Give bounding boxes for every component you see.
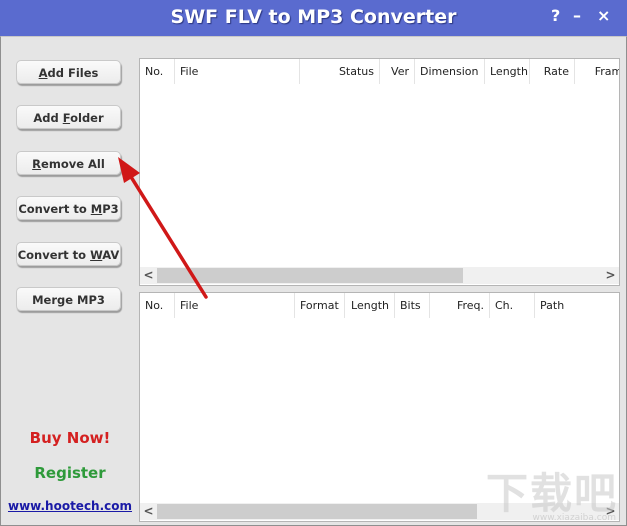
window-title: SWF FLV to MP3 Converter: [170, 6, 457, 28]
label: AV: [102, 248, 120, 262]
mnemonic: F: [62, 111, 71, 125]
scroll-right-icon[interactable]: >: [602, 503, 619, 520]
column-header-no[interactable]: No.: [140, 59, 175, 84]
column-header-ver[interactable]: Ver: [380, 59, 415, 84]
horizontal-scrollbar[interactable]: < >: [140, 267, 619, 284]
column-header-length[interactable]: Length: [485, 59, 530, 84]
column-header-rate[interactable]: Rate: [530, 59, 575, 84]
column-header-length[interactable]: Length: [345, 293, 395, 318]
minimize-button[interactable]: –: [573, 6, 581, 25]
scroll-left-icon[interactable]: <: [140, 267, 157, 284]
mnemonic: M: [90, 202, 103, 216]
label: Merge MP3: [32, 293, 105, 307]
mnemonic: W: [90, 248, 103, 262]
column-header-status[interactable]: Status: [300, 59, 380, 84]
close-button[interactable]: ×: [597, 6, 610, 25]
main-window: Add Files Add Folder Remove All Convert …: [0, 36, 627, 526]
buy-now-link[interactable]: Buy Now!: [1, 429, 139, 447]
column-header-no[interactable]: No.: [140, 293, 175, 318]
label: P3: [102, 202, 119, 216]
scroll-thumb[interactable]: [157, 268, 463, 283]
scroll-left-icon[interactable]: <: [140, 503, 157, 520]
register-link[interactable]: Register: [1, 464, 139, 482]
column-header-format[interactable]: Format: [295, 293, 345, 318]
help-button[interactable]: ?: [551, 6, 560, 25]
title-bar: SWF FLV to MP3 Converter ? – ×: [0, 0, 627, 36]
column-header-file[interactable]: File: [175, 59, 300, 84]
scroll-thumb[interactable]: [157, 504, 477, 519]
website-link[interactable]: www.hootech.com: [1, 499, 139, 513]
mnemonic: R: [32, 157, 42, 171]
horizontal-scrollbar[interactable]: < >: [140, 503, 619, 520]
add-folder-button[interactable]: Add Folder: [16, 105, 121, 129]
column-header-ch[interactable]: Ch.: [490, 293, 535, 318]
add-files-button[interactable]: Add Files: [16, 60, 121, 84]
convert-to-mp3-button[interactable]: Convert to MP3: [16, 196, 121, 220]
column-header-freq[interactable]: Freq.: [430, 293, 490, 318]
source-file-list[interactable]: No. File Status Ver Dimension Length Rat…: [139, 58, 620, 286]
label: Add: [33, 111, 63, 125]
column-header-bits[interactable]: Bits: [395, 293, 430, 318]
label: emove All: [41, 157, 105, 171]
mnemonic: A: [38, 66, 48, 80]
remove-all-button[interactable]: Remove All: [16, 151, 121, 175]
label: Convert to: [17, 248, 91, 262]
convert-to-wav-button[interactable]: Convert to WAV: [16, 242, 121, 266]
label: Convert to: [18, 202, 91, 216]
column-header-dimension[interactable]: Dimension: [415, 59, 485, 84]
label: older: [70, 111, 104, 125]
scroll-right-icon[interactable]: >: [602, 267, 619, 284]
merge-mp3-button[interactable]: Merge MP3: [16, 287, 121, 311]
output-file-list[interactable]: No. File Format Length Bits Freq. Ch. Pa…: [139, 292, 620, 522]
column-header-path[interactable]: Path: [535, 293, 619, 318]
label: dd Files: [47, 66, 99, 80]
column-header-frame[interactable]: Frame: [575, 59, 619, 84]
column-header-file[interactable]: File: [175, 293, 295, 318]
